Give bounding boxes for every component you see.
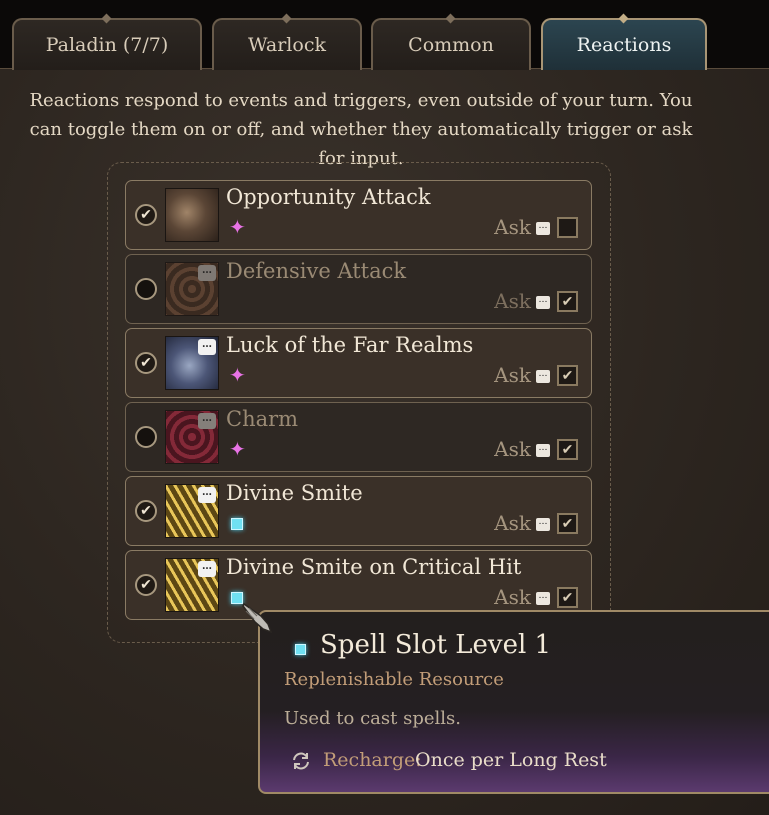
speech-bubble-icon: … (536, 222, 550, 235)
ask-checkbox[interactable]: ✔ (557, 513, 578, 534)
gauntlet-cursor-icon (242, 602, 273, 634)
reaction-name: Luck of the Far Realms (226, 333, 474, 357)
reaction-name: Defensive Attack (226, 259, 407, 283)
divine-smite-critical-icon: … (165, 558, 219, 612)
tooltip-title: Spell Slot Level 1 (320, 630, 552, 660)
recharge-icon (293, 752, 309, 770)
ask-checkbox[interactable] (557, 217, 578, 238)
reaction-row-defensive-attack[interactable]: … Defensive Attack Ask … ✔ (125, 254, 592, 324)
spell-slot-icon (295, 644, 306, 655)
enabled-toggle[interactable] (135, 426, 157, 448)
warlock-star-icon: ✦ (229, 363, 246, 387)
recharge-value: Once per Long Rest (415, 749, 607, 771)
speech-bubble-icon: … (198, 265, 216, 281)
enabled-toggle[interactable] (135, 278, 157, 300)
reaction-name: Divine Smite on Critical Hit (226, 555, 522, 579)
tab-paladin[interactable]: Paladin (7/7) (12, 18, 202, 70)
ask-label: Ask (494, 437, 531, 461)
speech-bubble-icon: … (536, 592, 550, 605)
enabled-toggle[interactable]: ✔ (135, 204, 157, 226)
ask-checkbox[interactable]: ✔ (557, 365, 578, 386)
speech-bubble-icon: … (536, 444, 550, 457)
tab-label: Common (408, 34, 494, 56)
tab-common[interactable]: Common (371, 18, 531, 70)
reaction-name: Opportunity Attack (226, 185, 431, 209)
ask-checkbox[interactable]: ✔ (557, 291, 578, 312)
speech-bubble-icon: … (536, 370, 550, 383)
opportunity-attack-icon (165, 188, 219, 242)
reaction-row-divine-smite[interactable]: ✔ … Divine Smite Ask … ✔ (125, 476, 592, 546)
reactions-description: Reactions respond to events and triggers… (29, 90, 693, 169)
charm-icon: … (165, 410, 219, 464)
spell-slot-tooltip: Spell Slot Level 1 Replenishable Resourc… (258, 610, 769, 794)
speech-bubble-icon: … (536, 296, 550, 309)
defensive-attack-icon: … (165, 262, 219, 316)
speech-bubble-icon: … (198, 561, 216, 577)
luck-of-the-far-realms-icon: … (165, 336, 219, 390)
spell-slot-icon[interactable] (231, 518, 243, 530)
tooltip-description: Used to cast spells. (284, 708, 461, 729)
reaction-row-charm[interactable]: … Charm ✦ Ask … ✔ (125, 402, 592, 472)
ask-label: Ask (494, 289, 531, 313)
tab-label: Paladin (7/7) (45, 34, 169, 56)
speech-bubble-icon: … (536, 518, 550, 531)
enabled-toggle[interactable]: ✔ (135, 574, 157, 596)
reaction-row-luck-of-the-far-realms[interactable]: ✔ … Luck of the Far Realms ✦ Ask … ✔ (125, 328, 592, 398)
warlock-star-icon: ✦ (229, 215, 246, 239)
enabled-toggle[interactable]: ✔ (135, 352, 157, 374)
reaction-name: Divine Smite (226, 481, 363, 505)
ask-label: Ask (494, 215, 531, 239)
reaction-name: Charm (226, 407, 299, 431)
speech-bubble-icon: … (198, 413, 216, 429)
ask-checkbox[interactable]: ✔ (557, 587, 578, 608)
speech-bubble-icon: … (198, 339, 216, 355)
tab-label: Reactions (576, 34, 672, 56)
tooltip-subtitle: Replenishable Resource (284, 669, 504, 690)
divine-smite-icon: … (165, 484, 219, 538)
ask-label: Ask (494, 363, 531, 387)
tab-label: Warlock (248, 34, 326, 56)
tab-reactions[interactable]: Reactions (541, 18, 707, 70)
recharge-label: Recharge: (323, 749, 422, 771)
enabled-toggle[interactable]: ✔ (135, 500, 157, 522)
tab-warlock[interactable]: Warlock (212, 18, 362, 70)
reaction-row-opportunity-attack[interactable]: ✔ Opportunity Attack ✦ Ask … (125, 180, 592, 250)
ask-label: Ask (494, 585, 531, 609)
ask-checkbox[interactable]: ✔ (557, 439, 578, 460)
ask-label: Ask (494, 511, 531, 535)
warlock-star-icon: ✦ (229, 437, 246, 461)
speech-bubble-icon: … (198, 487, 216, 503)
